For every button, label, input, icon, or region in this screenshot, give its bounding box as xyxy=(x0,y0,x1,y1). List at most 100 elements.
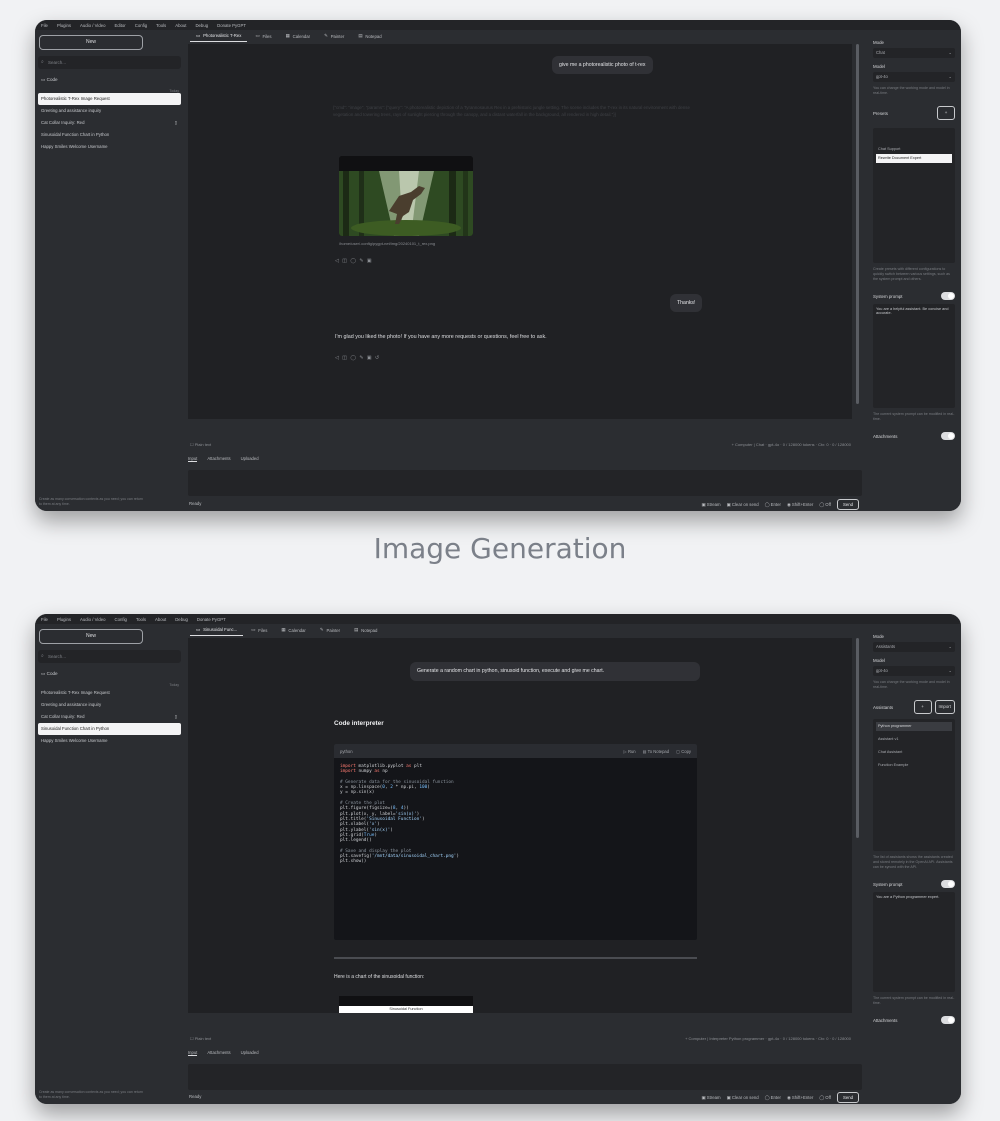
tab-files[interactable]: ▭ Files xyxy=(249,31,277,41)
menu-plugins[interactable]: Plugins xyxy=(57,23,71,28)
add-assistant-button[interactable]: + xyxy=(913,700,932,714)
tab-calendar[interactable]: ▦ Calendar xyxy=(275,625,312,635)
menu-file[interactable]: File xyxy=(41,617,48,622)
menu-debug[interactable]: Debug xyxy=(195,23,208,28)
code-content[interactable]: import matplotlib.pyplot as plt import n… xyxy=(334,758,697,871)
tab-painter[interactable]: ✎ Painter xyxy=(318,31,350,41)
mode-select[interactable]: Chat ⌄ xyxy=(873,48,955,58)
message-input[interactable] xyxy=(188,470,862,496)
search-input[interactable]: ⌕ Search... xyxy=(38,650,181,663)
model-select[interactable]: gpt-4o ⌄ xyxy=(873,666,955,676)
preset-item[interactable]: Chat Support xyxy=(876,145,952,154)
context-item[interactable]: Greeting and assistance inquiry xyxy=(38,105,181,117)
new-context-button[interactable]: New xyxy=(39,629,143,644)
tab-input[interactable]: Input xyxy=(188,1050,198,1056)
menu-donate[interactable]: Donate PyGPT xyxy=(197,617,226,622)
context-item[interactable]: Happy Smiles Welcome Username xyxy=(38,141,181,153)
attachments-toggle[interactable] xyxy=(941,1016,955,1024)
chat-scrollbar[interactable] xyxy=(856,44,860,419)
enter-radio[interactable]: ◯ Enter xyxy=(765,502,781,508)
folder-label: Code xyxy=(46,77,58,82)
menu-plugins[interactable]: Plugins xyxy=(57,617,71,622)
stream-checkbox[interactable]: ▣ Stream xyxy=(701,1095,720,1101)
menu-tools[interactable]: Tools xyxy=(136,617,146,622)
tab-notepad[interactable]: ▤ Notepad xyxy=(348,625,383,635)
off-radio[interactable]: ◯ Off xyxy=(819,1095,831,1101)
context-item[interactable]: Sinusoidal Function Chart in Python xyxy=(38,723,181,735)
menu-file[interactable]: File xyxy=(41,23,48,28)
menu-debug[interactable]: Debug xyxy=(175,617,188,622)
tab-attachments[interactable]: Attachments xyxy=(207,456,230,462)
assistant-item[interactable]: Assistant v1 xyxy=(876,735,952,744)
send-button[interactable]: Send xyxy=(836,499,859,510)
message-input[interactable] xyxy=(188,1064,862,1090)
generated-image[interactable] xyxy=(339,156,473,236)
menu-tools[interactable]: Tools xyxy=(156,23,166,28)
menu-about[interactable]: About xyxy=(155,617,166,622)
clear-checkbox[interactable]: ▣ Clear on send xyxy=(727,1095,759,1101)
system-prompt-input[interactable]: You are a helpful assistant. Be concise … xyxy=(873,304,955,408)
import-assistants-button[interactable]: Import xyxy=(934,700,955,714)
tab-input[interactable]: Input xyxy=(188,456,198,462)
tab-painter[interactable]: ✎ Painter xyxy=(314,625,346,635)
search-input[interactable]: ⌕ Search... xyxy=(38,56,181,69)
menu-config[interactable]: Config xyxy=(135,23,147,28)
shift-enter-radio[interactable]: ◉ Shift+Enter xyxy=(787,1095,813,1101)
copy-button[interactable]: ▢ Copy xyxy=(676,749,691,754)
menu-config[interactable]: Config xyxy=(115,617,127,622)
message-actions[interactable]: ◁ ◫ ◯ ✎ ▣ ↺ xyxy=(335,355,380,361)
scroll-thumb[interactable] xyxy=(856,44,859,404)
presets-note: Create presets with different configurat… xyxy=(873,267,950,281)
menu-about[interactable]: About xyxy=(175,23,186,28)
context-item[interactable]: Sinusoidal Function Chart in Python xyxy=(38,129,181,141)
menu-audio-video[interactable]: Audio / Video xyxy=(80,617,105,622)
tab-calendar[interactable]: ▦ Calendar xyxy=(280,31,317,41)
to-notepad-button[interactable]: ▤ To Notepad xyxy=(643,749,669,754)
plain-text-toggle[interactable]: ☐ Plain text xyxy=(190,442,211,447)
context-item[interactable]: Photorealistic T-Rex Image Request xyxy=(38,93,181,105)
send-button[interactable]: Send xyxy=(836,1092,859,1103)
context-item[interactable]: Cat Collar Inquiry: Red ▯ xyxy=(38,117,181,129)
context-item[interactable]: Photorealistic T-Rex Image Request xyxy=(38,687,181,699)
menu-audio-video[interactable]: Audio / Video xyxy=(80,23,105,28)
attachments-toggle[interactable] xyxy=(941,432,955,440)
tab-uploaded[interactable]: Uploaded xyxy=(241,1050,259,1056)
system-prompt-toggle[interactable] xyxy=(941,880,955,888)
chat-scrollbar[interactable] xyxy=(856,638,860,1013)
folder-code[interactable]: ▭ Code xyxy=(38,671,181,677)
shift-enter-radio[interactable]: ◉ Shift+Enter xyxy=(787,502,813,508)
preset-item[interactable]: Rewrite Document Expert xyxy=(876,154,952,163)
system-prompt-input[interactable]: You are a Python programmer expert. xyxy=(873,892,955,992)
menu-donate[interactable]: Donate PyGPT xyxy=(217,23,246,28)
clear-checkbox[interactable]: ▣ Clear on send xyxy=(727,502,759,508)
add-preset-button[interactable]: + xyxy=(937,106,955,120)
scroll-thumb[interactable] xyxy=(856,638,859,838)
menu-editor[interactable]: Editor xyxy=(115,23,126,28)
assistant-item[interactable]: Function Example xyxy=(876,761,952,770)
model-select[interactable]: gpt-4o ⌄ xyxy=(873,72,955,82)
plain-text-toggle[interactable]: ☐ Plain text xyxy=(190,1036,211,1041)
context-item[interactable]: Happy Smiles Welcome Username xyxy=(38,735,181,747)
tab-notepad[interactable]: ▤ Notepad xyxy=(352,31,387,41)
context-item[interactable]: Greeting and assistance inquiry xyxy=(38,699,181,711)
tab-chat[interactable]: ▭ Sinusoidal Func... xyxy=(190,625,244,636)
run-button[interactable]: ▷ Run xyxy=(624,749,636,754)
tab-attachments[interactable]: Attachments xyxy=(207,1050,230,1056)
assistant-item[interactable]: Chat Assistant xyxy=(876,748,952,757)
stream-checkbox[interactable]: ▣ Stream xyxy=(701,502,720,508)
new-context-button[interactable]: New xyxy=(39,35,143,50)
message-actions[interactable]: ◁ ◫ ◯ ✎ ▣ xyxy=(335,258,373,264)
folder-code[interactable]: ▭ Code xyxy=(38,77,181,83)
tab-files[interactable]: ▭ Files xyxy=(245,625,273,635)
main-area: ▭ Photorealistic T-Rex ▭ Files ▦ Calendar ✎… xyxy=(184,30,867,511)
mode-select[interactable]: Assistants ⌄ xyxy=(873,642,955,652)
enter-radio[interactable]: ◯ Enter xyxy=(765,1095,781,1101)
assistant-item[interactable]: Python programmer xyxy=(876,722,952,731)
image-path-caption[interactable]: /home/user/.config/pygpt-net/img/2024010… xyxy=(339,240,435,247)
tab-chat[interactable]: ▭ Photorealistic T-Rex xyxy=(190,31,248,42)
system-prompt-toggle[interactable] xyxy=(941,292,955,300)
tab-uploaded[interactable]: Uploaded xyxy=(241,456,259,462)
chart-image[interactable]: Sinusoidal Function xyxy=(339,996,473,1013)
off-radio[interactable]: ◯ Off xyxy=(819,502,831,508)
context-item[interactable]: Cat Collar Inquiry: Red ▯ xyxy=(38,711,181,723)
